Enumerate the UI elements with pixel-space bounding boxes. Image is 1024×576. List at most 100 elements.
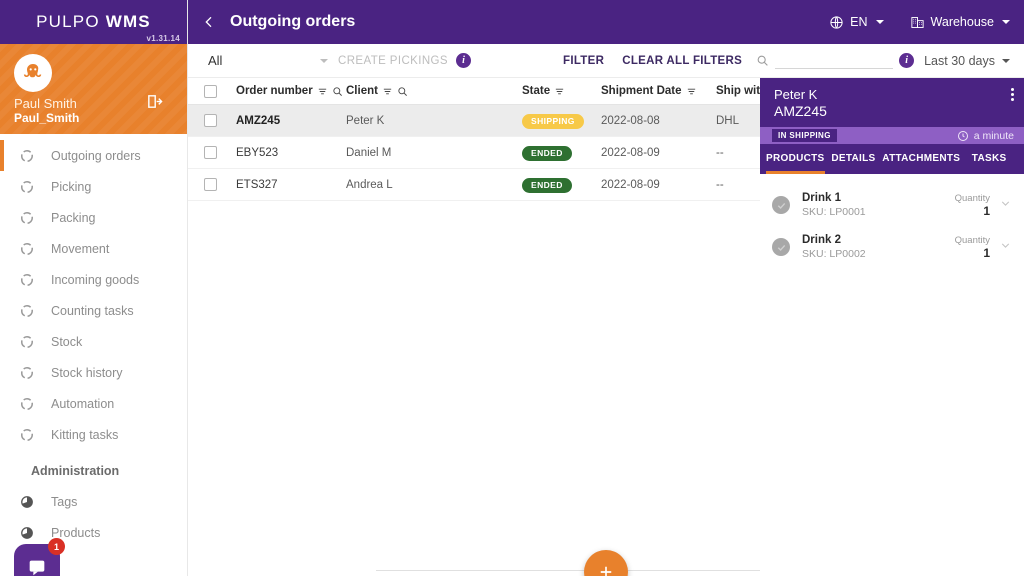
cell-client: Andrea L xyxy=(346,178,393,191)
row-checkbox[interactable] xyxy=(204,178,217,191)
cell-client: Daniel M xyxy=(346,146,392,159)
sidebar-item-packing[interactable]: Packing xyxy=(0,202,187,233)
language-label: EN xyxy=(850,15,868,29)
sidebar-item-automation[interactable]: Automation xyxy=(0,388,187,419)
product-quantity: Quantity 1 xyxy=(955,193,990,218)
warehouse-label: Warehouse xyxy=(930,15,994,29)
column-header-state[interactable]: State xyxy=(476,85,601,97)
panel-menu-button[interactable] xyxy=(1011,88,1014,101)
panel-tabs: PRODUCTS DETAILS ATTACHMENTS TASKS xyxy=(760,144,1024,174)
sort-icon[interactable] xyxy=(317,86,328,97)
sidebar-item-kitting-tasks[interactable]: Kitting tasks xyxy=(0,419,187,450)
top-header: Outgoing orders EN Warehouse xyxy=(188,0,1024,44)
plus-icon xyxy=(600,566,612,576)
pie-icon xyxy=(17,526,37,540)
column-header-order-number[interactable]: Order number xyxy=(236,85,346,97)
panel-client-name: Peter K xyxy=(774,87,818,102)
check-circle-icon xyxy=(772,196,790,214)
row-checkbox[interactable] xyxy=(204,114,217,127)
add-order-fab[interactable] xyxy=(584,550,628,576)
status-badge: ENDED xyxy=(522,177,572,193)
tab-details[interactable]: DETAILS xyxy=(825,144,883,174)
chat-support-widget[interactable]: 1 xyxy=(14,538,65,576)
product-quantity: Quantity 1 xyxy=(955,235,990,260)
sort-icon[interactable] xyxy=(686,86,697,97)
chevron-down-icon xyxy=(1002,20,1010,24)
sidebar-item-counting-tasks[interactable]: Counting tasks xyxy=(0,295,187,326)
sidebar-item-label: Counting tasks xyxy=(51,303,134,318)
search-icon[interactable] xyxy=(332,86,343,97)
sort-icon[interactable] xyxy=(554,86,565,97)
row-checkbox-cell xyxy=(196,146,236,159)
sidebar-item-incoming-goods[interactable]: Incoming goods xyxy=(0,264,187,295)
warehouse-selector[interactable]: Warehouse xyxy=(910,15,1010,30)
chevron-down-icon xyxy=(1001,201,1009,206)
app-root: PULPO WMS v1.31.14 Paul Smith Paul_Smith xyxy=(0,0,1024,576)
sidebar-item-stock-history[interactable]: Stock history xyxy=(0,357,187,388)
expand-product-button[interactable] xyxy=(996,197,1014,213)
clear-all-filters-button[interactable]: CLEAR ALL FILTERS xyxy=(622,55,742,67)
select-all-checkbox-cell xyxy=(196,84,236,98)
column-header-client[interactable]: Client xyxy=(346,85,476,97)
expand-product-button[interactable] xyxy=(996,239,1014,255)
user-panel: Paul Smith Paul_Smith xyxy=(0,44,187,134)
cell-state: ENDED xyxy=(476,144,601,161)
sidebar-item-movement[interactable]: Movement xyxy=(0,233,187,264)
view-select[interactable]: All xyxy=(208,53,328,68)
sidebar-section-administration: Administration xyxy=(31,464,120,478)
tab-attachments[interactable]: ATTACHMENTS xyxy=(882,144,960,174)
clock-icon xyxy=(957,130,968,141)
back-button[interactable] xyxy=(196,9,222,35)
globe-icon xyxy=(830,15,843,29)
search-icon[interactable] xyxy=(397,86,408,97)
sidebar-item-outgoing-orders[interactable]: Outgoing orders xyxy=(0,140,187,171)
chevron-down-icon xyxy=(1001,243,1009,248)
column-label: Client xyxy=(346,85,378,97)
sidebar-item-picking[interactable]: Picking xyxy=(0,171,187,202)
search-icon[interactable] xyxy=(756,54,769,67)
user-username: Paul_Smith xyxy=(14,111,80,125)
date-range-selector[interactable]: Last 30 days xyxy=(924,54,1010,68)
list-item[interactable]: Drink 2 SKU: LP0002 Quantity 1 xyxy=(760,226,1024,268)
create-pickings-info-icon[interactable]: i xyxy=(455,53,471,68)
row-checkbox[interactable] xyxy=(204,146,217,159)
create-pickings-button[interactable]: CREATE PICKINGS xyxy=(338,55,448,67)
sidebar-item-stock[interactable]: Stock xyxy=(0,326,187,357)
date-range-info-icon[interactable]: i xyxy=(899,53,915,68)
octopus-avatar-icon xyxy=(23,64,42,78)
list-item[interactable]: Drink 1 SKU: LP0001 Quantity 1 xyxy=(760,184,1024,226)
cell-order-number: EBY523 xyxy=(236,146,279,159)
chevron-down-icon xyxy=(1002,58,1010,63)
select-all-checkbox[interactable] xyxy=(204,84,217,98)
tab-tasks[interactable]: TASKS xyxy=(960,144,1018,174)
tab-products[interactable]: PRODUCTS xyxy=(766,144,825,174)
column-label: Order number xyxy=(236,85,313,97)
panel-status-badge: IN SHIPPING xyxy=(772,129,837,142)
brand-header: PULPO WMS v1.31.14 xyxy=(0,0,187,44)
column-label: State xyxy=(522,85,551,97)
language-selector[interactable]: EN xyxy=(829,15,884,30)
sidebar-item-label: Tags xyxy=(51,494,78,509)
status-badge: ENDED xyxy=(522,145,572,161)
ring-icon xyxy=(17,242,37,256)
chevron-left-icon xyxy=(205,16,212,28)
brand-name-bold: WMS xyxy=(105,12,151,31)
check-circle-icon xyxy=(772,238,790,256)
product-info: Drink 1 SKU: LP0001 xyxy=(802,192,866,218)
quantity-value: 1 xyxy=(983,245,990,260)
cell-client: Peter K xyxy=(346,114,385,127)
sidebar-item-tags[interactable]: Tags xyxy=(0,486,187,517)
row-checkbox-cell xyxy=(196,114,236,127)
panel-body: Drink 1 SKU: LP0001 Quantity 1 Drink 2 S… xyxy=(760,174,1024,268)
sort-icon[interactable] xyxy=(382,86,393,97)
panel-time-label: a minute xyxy=(973,129,1014,142)
panel-header: Peter K AMZ245 xyxy=(760,78,1024,127)
column-header-shipment-date[interactable]: Shipment Date xyxy=(601,85,716,97)
product-sku: SKU: LP0001 xyxy=(802,206,866,218)
search-input[interactable] xyxy=(775,52,894,69)
product-info: Drink 2 SKU: LP0002 xyxy=(802,234,866,260)
sidebar-item-label: Kitting tasks xyxy=(51,427,119,442)
filter-button[interactable]: FILTER xyxy=(563,55,604,67)
logout-icon[interactable] xyxy=(146,93,163,113)
sidebar-item-label: Packing xyxy=(51,210,96,225)
